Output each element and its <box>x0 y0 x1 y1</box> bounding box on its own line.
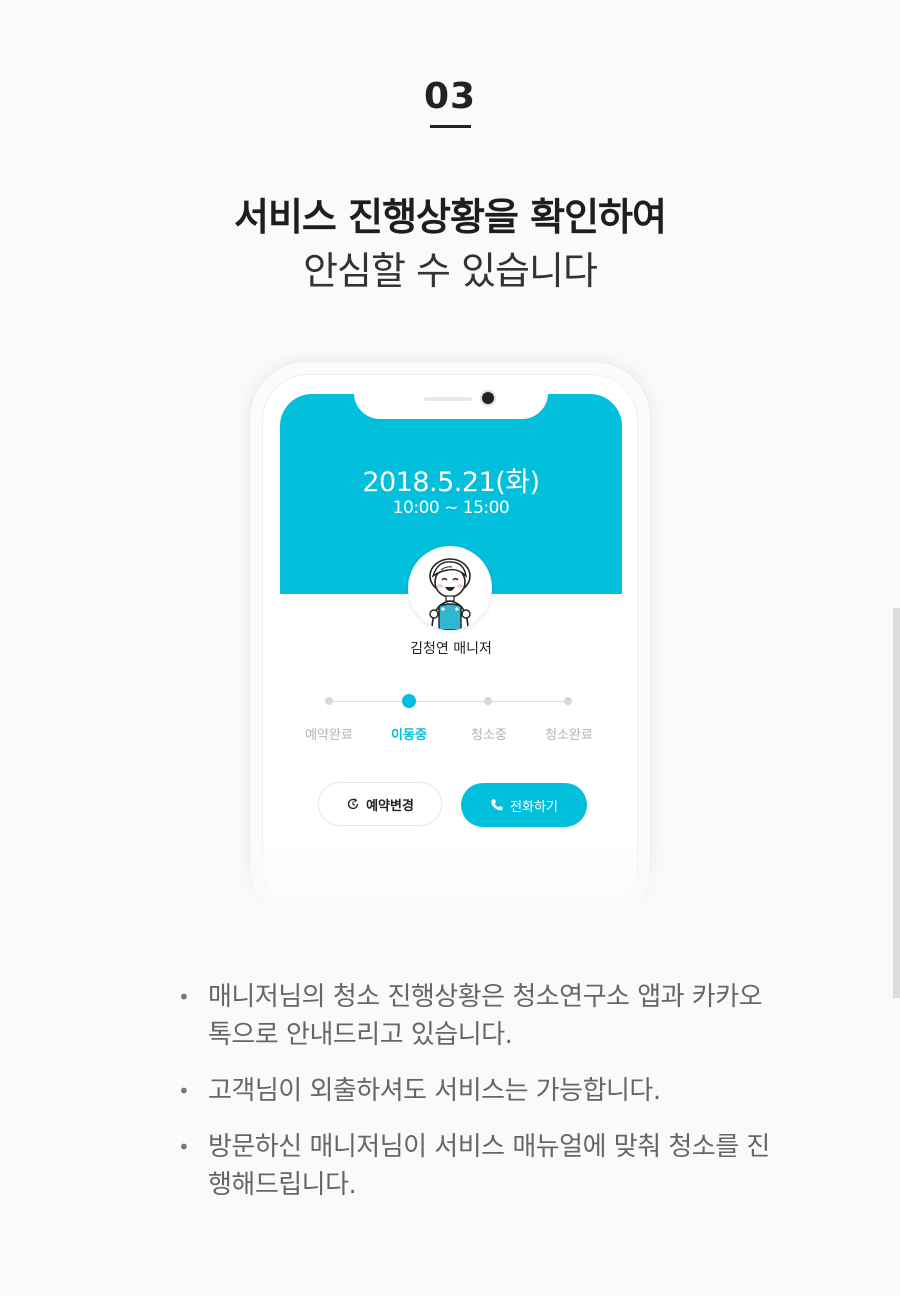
progress-dot-cleaning <box>484 697 492 705</box>
progress-track <box>330 701 568 702</box>
bullet-icon: • <box>178 1079 190 1103</box>
progress-dot-done <box>564 697 572 705</box>
manager-avatar <box>408 546 492 630</box>
step-number: 03 <box>423 76 477 117</box>
step-underline <box>430 125 471 128</box>
phone-camera <box>482 392 494 404</box>
phone-notch <box>354 385 548 419</box>
progress-label-reserved: 예약완료 <box>305 728 353 743</box>
call-button[interactable]: 전화하기 <box>461 783 587 827</box>
phone-screen: 2018.5.21(화) 10:00 ~ 15:00 김청연 매니저 예약완료 … <box>280 394 622 874</box>
note-text: 방문하신 매니저님이 서비스 매뉴얼에 맞춰 청소를 진행해드립니다. <box>208 1132 770 1200</box>
change-reservation-label: 예약변경 <box>366 798 414 814</box>
list-item: • 고객님이 외출하셔도 서비스는 가능합니다. <box>178 1072 778 1110</box>
progress-label-cleaning: 청소중 <box>471 728 507 743</box>
change-reservation-button[interactable]: 예약변경 <box>318 782 442 826</box>
phone-icon <box>491 799 503 811</box>
manager-name: 김청연 매니저 <box>410 641 492 657</box>
progress-label-moving: 이동중 <box>391 728 427 743</box>
call-label: 전화하기 <box>510 799 558 815</box>
progress-dot-moving <box>402 694 416 708</box>
manager-avatar-icon <box>429 558 471 630</box>
phone-speaker <box>424 397 472 401</box>
reservation-time: 10:00 ~ 15:00 <box>392 498 510 518</box>
note-text: 매니저님의 청소 진행상황은 청소연구소 앱과 카카오톡으로 안내드리고 있습니… <box>208 982 763 1050</box>
notes-list: • 매니저님의 청소 진행상황은 청소연구소 앱과 카카오톡으로 안내드리고 있… <box>178 978 778 1222</box>
reservation-date: 2018.5.21(화) <box>362 467 540 498</box>
list-item: • 방문하신 매니저님이 서비스 매뉴얼에 맞춰 청소를 진행해드립니다. <box>178 1128 778 1204</box>
list-item: • 매니저님의 청소 진행상황은 청소연구소 앱과 카카오톡으로 안내드리고 있… <box>178 978 778 1054</box>
bullet-icon: • <box>178 985 190 1009</box>
progress-dot-reserved <box>325 697 333 705</box>
page-scrollbar[interactable] <box>893 608 900 998</box>
progress-label-done: 청소완료 <box>545 728 593 743</box>
bullet-icon: • <box>178 1135 190 1159</box>
phone-fade <box>230 840 670 950</box>
section-title: 서비스 진행상황을 확인하여 <box>234 195 667 239</box>
refresh-clock-icon <box>347 798 359 810</box>
note-text: 고객님이 외출하셔도 서비스는 가능합니다. <box>208 1076 661 1106</box>
section-subtitle: 안심할 수 있습니다 <box>303 249 598 293</box>
